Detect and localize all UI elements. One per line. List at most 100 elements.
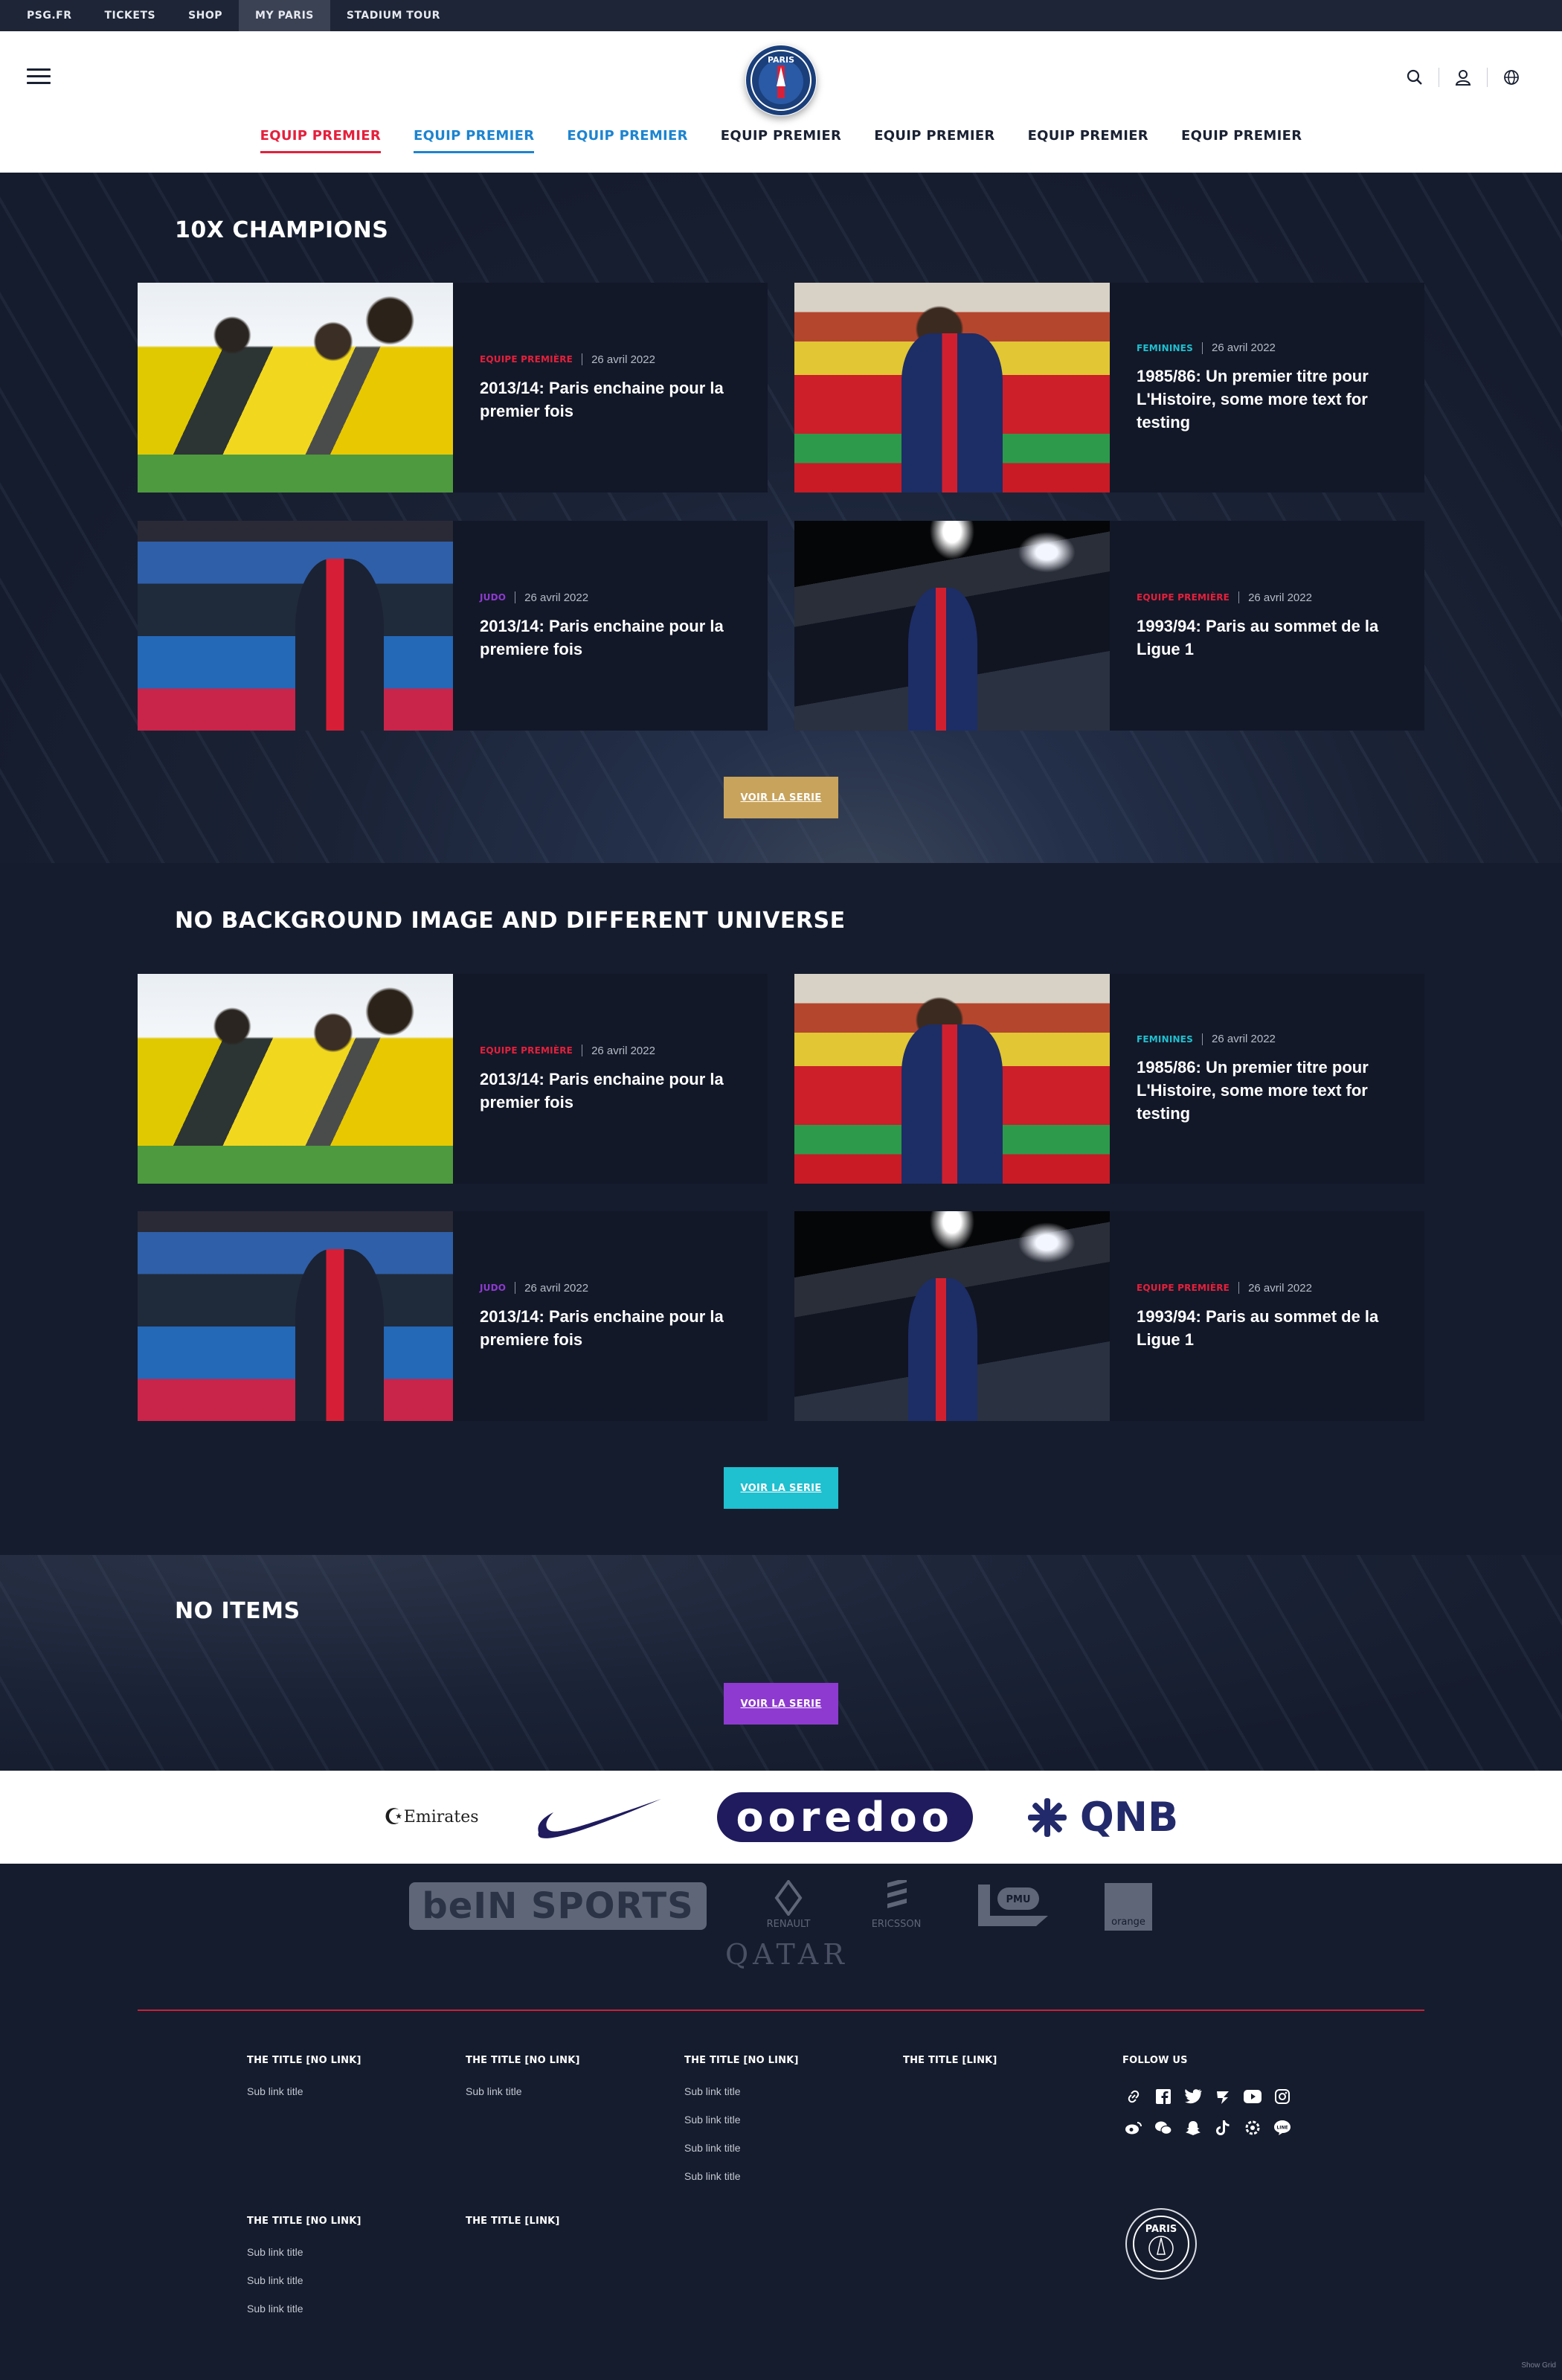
article-date: 26 avril 2022 <box>591 1044 655 1057</box>
globe-icon[interactable] <box>1488 62 1535 92</box>
search-icon[interactable] <box>1391 62 1439 92</box>
twitter-icon[interactable] <box>1182 2085 1204 2108</box>
settings-icon[interactable] <box>1241 2117 1264 2139</box>
nav-item-4[interactable]: EQUIP PREMIER <box>721 128 841 153</box>
sponsor-nike[interactable] <box>531 1792 665 1844</box>
article-image <box>138 974 453 1184</box>
article-title: 1993/94: Paris au sommet de la Ligue 1 <box>1137 1306 1379 1349</box>
tiktok-alt-icon[interactable] <box>1212 2085 1234 2108</box>
article-card[interactable]: FEMININES 26 avril 2022 1985/86: Un premi… <box>794 283 1424 493</box>
footer-link[interactable]: Sub link title <box>684 2142 799 2154</box>
snapchat-icon[interactable] <box>1182 2117 1204 2139</box>
topbar-link-stadium-tour[interactable]: STADIUM TOUR <box>330 0 457 31</box>
top-utility-bar: PSG.FR TICKETS SHOP MY PARIS STADIUM TOU… <box>0 0 1562 31</box>
sponsor-pmu[interactable]: PMU <box>977 1882 1051 1931</box>
instagram-icon[interactable] <box>1271 2085 1293 2108</box>
series-section-no-background: NO BACKGROUND IMAGE AND DIFFERENT UNIVER… <box>0 863 1562 1555</box>
article-category: EQUIPE PREMIÈRE <box>480 1045 573 1056</box>
article-card[interactable]: JUDO 26 avril 2022 2013/14: Paris enchain… <box>138 1211 768 1421</box>
footer-link[interactable]: Sub link title <box>247 2246 361 2258</box>
section-title: 10X CHAMPIONS <box>175 217 389 243</box>
article-image <box>794 521 1110 731</box>
social-row <box>1122 2085 1293 2108</box>
nav-item-6[interactable]: EQUIP PREMIER <box>1028 128 1148 153</box>
article-title: 1993/94: Paris au sommet de la Ligue 1 <box>1137 616 1379 658</box>
footer-column-title-link[interactable]: THE TITLE [LINK] <box>466 2216 560 2227</box>
voir-la-serie-button[interactable]: VOIR LA SERIE <box>724 777 838 818</box>
article-card[interactable]: EQUIPE PREMIÈRE 26 avril 2022 2013/14: Pa… <box>138 974 768 1184</box>
wechat-icon[interactable] <box>1152 2117 1174 2139</box>
renault-logo-icon <box>774 1879 803 1917</box>
article-card[interactable]: EQUIPE PREMIÈRE 26 avril 2022 2013/14: Pa… <box>138 283 768 493</box>
secondary-sponsors: beIN SPORTS RENAULT ERICSSON PMU orange … <box>0 1864 1562 2005</box>
psg-logo[interactable]: PARIS <box>745 45 817 116</box>
sponsor-ooredoo[interactable]: ooredoo <box>716 1792 973 1842</box>
background-image <box>0 173 1562 863</box>
footer-psg-logo[interactable]: PARIS <box>1125 2208 1197 2280</box>
voir-la-serie-button[interactable]: VOIR LA SERIE <box>724 1467 838 1509</box>
footer-link[interactable]: Sub link title <box>247 2085 361 2097</box>
nav-item-5[interactable]: EQUIP PREMIER <box>874 128 994 153</box>
show-grid-toggle[interactable]: Show Grid <box>1521 2361 1556 2370</box>
footer-column-title-link[interactable]: THE TITLE [LINK] <box>903 2055 997 2066</box>
article-date: 26 avril 2022 <box>1248 591 1312 604</box>
article-card[interactable]: EQUIPE PREMIÈRE 26 avril 2022 1993/94: Pa… <box>794 521 1424 731</box>
article-date: 26 avril 2022 <box>1248 1281 1312 1295</box>
article-category: FEMININES <box>1137 1033 1193 1045</box>
voir-la-serie-button[interactable]: VOIR LA SERIE <box>724 1683 838 1725</box>
footer-link[interactable]: Sub link title <box>684 2085 799 2097</box>
article-card[interactable]: EQUIPE PREMIÈRE 26 avril 2022 1993/94: Pa… <box>794 1211 1424 1421</box>
footer-column: THE TITLE [NO LINK] Sub link title <box>247 2055 361 2114</box>
sponsor-renault[interactable]: RENAULT <box>759 1879 818 1930</box>
link-icon[interactable] <box>1122 2085 1145 2108</box>
sponsor-orange[interactable]: orange <box>1105 1883 1152 1931</box>
article-card[interactable]: JUDO 26 avril 2022 2013/14: Paris enchain… <box>138 521 768 731</box>
article-title: 2013/14: Paris enchaine pour la premiere… <box>480 1306 724 1349</box>
topbar-link-shop[interactable]: SHOP <box>172 0 239 31</box>
svg-text:LINE: LINE <box>1276 2126 1288 2131</box>
article-title: 2013/14: Paris enchaine pour la premier … <box>480 378 724 420</box>
facebook-icon[interactable] <box>1152 2085 1174 2108</box>
nav-item-2[interactable]: EQUIP PREMIER <box>414 128 535 153</box>
nav-item-1[interactable]: EQUIP PREMIER <box>260 128 382 153</box>
footer-column: THE TITLE [LINK] <box>903 2055 997 2085</box>
sponsor-qatar[interactable]: QATAR <box>725 1938 844 1971</box>
footer-link[interactable]: Sub link title <box>247 2274 361 2286</box>
topbar-link-psg[interactable]: PSG.FR <box>10 0 89 31</box>
footer-column-title: THE TITLE [NO LINK] <box>247 2216 361 2227</box>
topbar-link-tickets[interactable]: TICKETS <box>89 0 173 31</box>
article-date: 26 avril 2022 <box>591 353 655 366</box>
footer-column: THE TITLE [LINK] <box>466 2216 560 2246</box>
social-row: LINE <box>1122 2117 1293 2139</box>
follow-us: FOLLOW US LINE <box>1122 2055 1293 2148</box>
qnb-logo-icon <box>1027 1797 1067 1837</box>
footer-column: THE TITLE [NO LINK] Sub link title <box>466 2055 580 2114</box>
topbar-link-my-paris[interactable]: MY PARIS <box>239 0 330 31</box>
footer-link[interactable]: Sub link title <box>466 2085 580 2097</box>
footer-link[interactable]: Sub link title <box>684 2114 799 2126</box>
sponsor-bein-sports[interactable]: beIN SPORTS <box>409 1882 707 1930</box>
sponsor-qnb[interactable]: QNB <box>1025 1794 1178 1841</box>
header-icons <box>1391 62 1535 92</box>
article-title: 2013/14: Paris enchaine pour la premier … <box>480 1069 724 1112</box>
nav-item-7[interactable]: EQUIP PREMIER <box>1181 128 1302 153</box>
article-date: 26 avril 2022 <box>1212 1033 1276 1045</box>
article-image <box>794 974 1110 1184</box>
section-title: NO ITEMS <box>175 1598 300 1624</box>
nav-item-3[interactable]: EQUIP PREMIER <box>567 128 687 153</box>
article-title: 2013/14: Paris enchaine pour la premiere… <box>480 616 724 658</box>
user-icon[interactable] <box>1439 62 1487 92</box>
hamburger-menu-icon[interactable] <box>27 68 51 85</box>
tiktok-icon[interactable] <box>1212 2117 1234 2139</box>
main-nav: EQUIP PREMIER EQUIP PREMIER EQUIP PREMIE… <box>0 128 1562 153</box>
weibo-icon[interactable] <box>1122 2117 1145 2139</box>
main-sponsors: ☪ Emirates ooredoo QNB <box>0 1771 1562 1864</box>
footer-column-title: THE TITLE [NO LINK] <box>247 2055 361 2066</box>
sponsor-ericsson[interactable]: ERICSSON <box>867 1877 926 1930</box>
youtube-icon[interactable] <box>1241 2085 1264 2108</box>
footer-link[interactable]: Sub link title <box>247 2303 361 2315</box>
line-icon[interactable]: LINE <box>1271 2117 1293 2139</box>
article-card[interactable]: FEMININES 26 avril 2022 1985/86: Un premi… <box>794 974 1424 1184</box>
sponsor-emirates[interactable]: ☪ Emirates <box>384 1806 479 1829</box>
footer-link[interactable]: Sub link title <box>684 2170 799 2182</box>
